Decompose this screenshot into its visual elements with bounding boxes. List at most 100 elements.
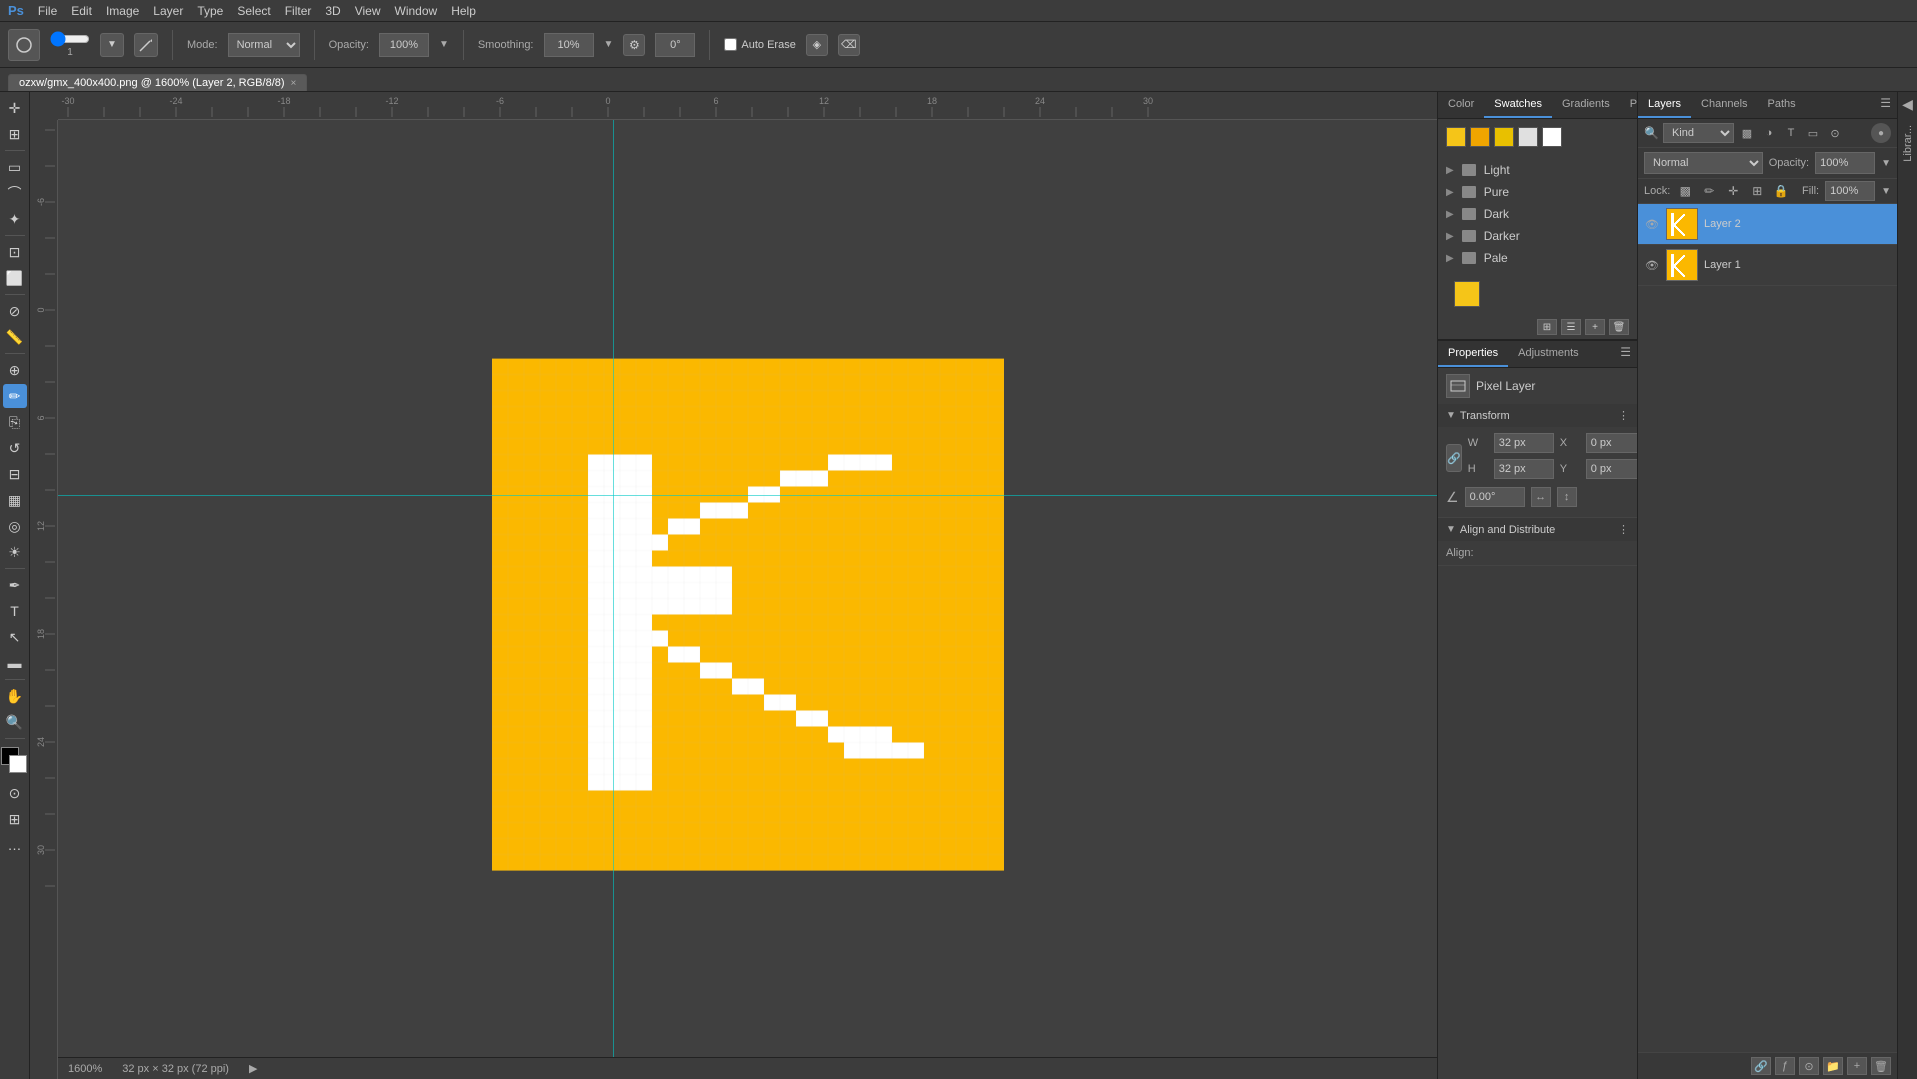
swatch-grid-btn[interactable]: ⊞	[1537, 319, 1557, 335]
smoothing-chevron[interactable]: ▼	[604, 39, 614, 50]
tablet-icon[interactable]: ⌫	[838, 34, 860, 56]
tool-preset-btn[interactable]	[8, 29, 40, 61]
brush-size-slider[interactable]	[50, 31, 90, 47]
swatch-preview-4[interactable]	[1518, 127, 1538, 147]
zoom-tool[interactable]: 🔍	[3, 710, 27, 734]
swatch-preview-1[interactable]	[1446, 127, 1466, 147]
fill-chevron-layers[interactable]: ▼	[1881, 186, 1891, 197]
menu-file[interactable]: File	[38, 4, 57, 18]
flip-v-btn[interactable]: ↕	[1557, 487, 1577, 507]
swatch-group-darker[interactable]: ▶ Darker	[1438, 225, 1637, 247]
background-color[interactable]	[9, 755, 27, 773]
collapse-toggle[interactable]: ◀	[1902, 96, 1913, 113]
swatch-add-btn[interactable]: +	[1585, 319, 1605, 335]
layer-kind-select[interactable]: Kind Name Effect Mode Attribute Color	[1663, 123, 1734, 143]
blend-mode-select[interactable]: Normal Dissolve Multiply Screen	[1644, 152, 1763, 174]
lock-pixels-btn[interactable]: ▩	[1676, 182, 1694, 200]
swatch-group-pure[interactable]: ▶ Pure	[1438, 181, 1637, 203]
auto-erase-checkbox[interactable]	[724, 38, 737, 51]
magic-wand-tool[interactable]: ✦	[3, 207, 27, 231]
swatch-list-btn[interactable]: ☰	[1561, 319, 1581, 335]
quick-mask-btn[interactable]: ⊙	[3, 781, 27, 805]
lock-position-btn[interactable]: ✛	[1724, 182, 1742, 200]
menu-filter[interactable]: Filter	[285, 4, 312, 18]
brush-size-input[interactable]: 1	[50, 31, 90, 58]
swatch-preview-3[interactable]	[1494, 127, 1514, 147]
artboard-tool[interactable]: ⊞	[3, 122, 27, 146]
align-header[interactable]: ▼ Align and Distribute ⋮	[1438, 518, 1637, 541]
library-tab-vertical[interactable]: Librar...	[1902, 121, 1914, 166]
delete-layer-btn[interactable]: 🗑	[1871, 1057, 1891, 1075]
menu-edit[interactable]: Edit	[71, 4, 92, 18]
layer-item-1[interactable]: 👁 Layer 1	[1638, 245, 1897, 286]
spot-heal-tool[interactable]: ⊕	[3, 358, 27, 382]
menu-window[interactable]: Window	[395, 4, 438, 18]
layer-visibility-2[interactable]: 👁	[1644, 216, 1660, 232]
layer-name-1[interactable]: Layer 1	[1704, 259, 1891, 271]
swatch-group-light[interactable]: ▶ Light	[1438, 159, 1637, 181]
swatch-preview-2[interactable]	[1470, 127, 1490, 147]
brush-tool[interactable]: ✏	[3, 384, 27, 408]
brush-type-btn[interactable]	[134, 33, 158, 57]
eraser-tool[interactable]: ⊟	[3, 462, 27, 486]
document-tab[interactable]: ozxw/gmx_400x400.png @ 1600% (Layer 2, R…	[8, 74, 307, 91]
ruler-tool[interactable]: 📏	[3, 325, 27, 349]
canvas-viewport[interactable]	[58, 120, 1437, 1057]
fg-bg-colors[interactable]	[1, 747, 29, 775]
lock-artboard-btn[interactable]: ⊞	[1748, 182, 1766, 200]
height-input[interactable]	[1494, 459, 1554, 479]
tab-paths[interactable]: Paths	[1758, 92, 1806, 118]
history-brush-tool[interactable]: ↺	[3, 436, 27, 460]
select-rect-tool[interactable]: ▭	[3, 155, 27, 179]
lasso-tool[interactable]: ⌒	[3, 181, 27, 205]
layer-item-2[interactable]: 👁 Layer 2	[1638, 204, 1897, 245]
dodge-tool[interactable]: ☀	[3, 540, 27, 564]
swatch-preview-5[interactable]	[1542, 127, 1562, 147]
transform-menu[interactable]: ⋮	[1618, 409, 1629, 422]
menu-view[interactable]: View	[355, 4, 381, 18]
swatch-group-pale[interactable]: ▶ Pale	[1438, 247, 1637, 269]
lock-image-btn[interactable]: ✏	[1700, 182, 1718, 200]
tab-gradients[interactable]: Gradients	[1552, 92, 1620, 118]
pen-tool[interactable]: ✒	[3, 573, 27, 597]
tab-channels[interactable]: Channels	[1691, 92, 1757, 118]
new-group-btn[interactable]: 📁	[1823, 1057, 1843, 1075]
selected-swatch[interactable]	[1454, 281, 1480, 307]
fill-input-layers[interactable]	[1825, 181, 1875, 201]
path-select-tool[interactable]: ↖	[3, 625, 27, 649]
pressure-icon[interactable]: ◈	[806, 34, 828, 56]
filter-shape-icon[interactable]: ▭	[1804, 124, 1822, 142]
settings-icon[interactable]: ⚙	[623, 34, 645, 56]
shape-tool[interactable]: ▬	[3, 651, 27, 675]
clone-tool[interactable]: ⎘	[3, 410, 27, 434]
new-layer-btn[interactable]: +	[1847, 1057, 1867, 1075]
blur-tool[interactable]: ◎	[3, 514, 27, 538]
screen-mode-btn[interactable]: ⊞	[3, 807, 27, 831]
layers-menu-btn[interactable]: ☰	[1874, 92, 1897, 118]
filter-pixel-icon[interactable]: ▩	[1738, 124, 1756, 142]
tab-swatches[interactable]: Swatches	[1484, 92, 1552, 118]
menu-3d[interactable]: 3D	[325, 4, 340, 18]
filter-smart-icon[interactable]: ⊙	[1826, 124, 1844, 142]
tab-properties[interactable]: Properties	[1438, 341, 1508, 367]
props-menu-btn[interactable]: ☰	[1614, 341, 1637, 367]
frame-tool[interactable]: ⬜	[3, 266, 27, 290]
smoothing-input[interactable]	[544, 33, 594, 57]
layer-visibility-1[interactable]: 👁	[1644, 257, 1660, 273]
tab-patterns[interactable]: Patterns	[1620, 92, 1637, 118]
opacity-chevron[interactable]: ▼	[439, 39, 449, 50]
menu-select[interactable]: Select	[237, 4, 270, 18]
transform-header[interactable]: ▼ Transform ⋮	[1438, 404, 1637, 427]
menu-type[interactable]: Type	[197, 4, 223, 18]
canvas-area[interactable]: -30-24-18-12-606121824303642485460 -6061…	[30, 92, 1437, 1079]
crop-tool[interactable]: ⊡	[3, 240, 27, 264]
add-effect-btn[interactable]: ƒ	[1775, 1057, 1795, 1075]
brush-picker-btn[interactable]: ▼	[100, 33, 124, 57]
extras-btn[interactable]: …	[3, 833, 27, 857]
flip-h-btn[interactable]: ↔	[1531, 487, 1551, 507]
mode-select[interactable]: Normal Dissolve Multiply	[228, 33, 300, 57]
angle-input[interactable]	[655, 33, 695, 57]
filter-adj-icon[interactable]: ◑	[1760, 124, 1778, 142]
opacity-chevron-layers[interactable]: ▼	[1881, 158, 1891, 169]
tab-layers[interactable]: Layers	[1638, 92, 1691, 118]
